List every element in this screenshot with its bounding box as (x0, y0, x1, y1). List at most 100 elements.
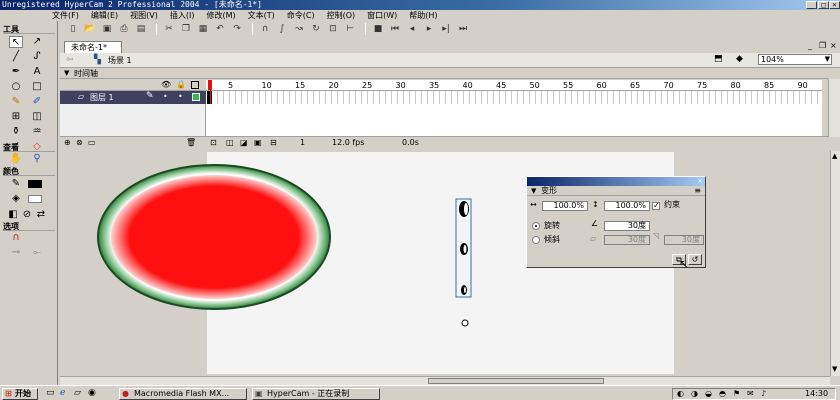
menu-control[interactable]: 控制(O) (323, 10, 364, 21)
skew-radio[interactable] (532, 236, 540, 244)
tray-icon-2[interactable]: ◑ (691, 389, 698, 398)
tray-icon-3[interactable]: ◒ (705, 389, 712, 398)
lock-icon[interactable]: 🔒 (176, 80, 186, 89)
collapse-arrow-icon[interactable]: ▼ (531, 186, 536, 196)
fill-color-swatch[interactable] (28, 195, 42, 203)
tray-icon-6[interactable]: ✉ (747, 389, 754, 398)
add-guide-icon[interactable]: ⊗ (76, 138, 83, 147)
tray-icon-4[interactable]: ◓ (719, 389, 726, 398)
zoom-select[interactable]: 104% ▼ (758, 54, 832, 65)
delete-layer-icon[interactable]: 🗑 (186, 138, 196, 147)
modify-markers-icon[interactable]: ⊟ (270, 138, 277, 147)
step-forward-icon[interactable]: ▸| (439, 23, 453, 35)
swap-colors-icon[interactable]: ⇄ (34, 209, 48, 221)
stage-horizontal-scrollbar[interactable] (60, 376, 830, 385)
snap-to-objects-icon[interactable]: ∩ (9, 232, 23, 244)
volume-icon[interactable]: ♪ (761, 389, 766, 398)
onion-outline-icon[interactable]: ◪ (240, 138, 248, 147)
arrow-tool-icon[interactable]: ↖ (9, 36, 23, 48)
brush-tool-icon[interactable]: ✐ (30, 96, 44, 108)
close-icon[interactable]: × (697, 177, 703, 186)
doc-close-icon[interactable]: × (830, 41, 837, 50)
maximize-button[interactable]: □ (818, 1, 829, 9)
quicklaunch-ie-icon[interactable]: ℯ (60, 388, 65, 398)
layer-row[interactable]: ▱ 图层 1 ✎ • • (60, 91, 206, 104)
paint-bucket-tool-icon[interactable]: ♒ (30, 126, 44, 138)
center-frame-icon[interactable]: ⊡ (210, 138, 217, 147)
step-back-icon[interactable]: ◂ (405, 23, 419, 35)
add-folder-icon[interactable]: ▭ (88, 138, 96, 147)
hand-tool-icon[interactable]: ✋ (9, 153, 23, 165)
outline-icon[interactable] (191, 81, 199, 89)
frame-grid[interactable] (206, 91, 822, 104)
layer-lock-dot[interactable]: • (178, 92, 183, 101)
rotate-radio[interactable] (532, 222, 540, 230)
pencil-tool-icon[interactable]: ✎ (9, 96, 23, 108)
menu-insert[interactable]: 插入(I) (166, 10, 203, 21)
menu-commands[interactable]: 命令(C) (283, 10, 323, 21)
watermelon-red-fill[interactable] (111, 175, 317, 299)
zoom-tool-icon[interactable]: ⚲ (30, 153, 44, 165)
free-transform-tool-icon[interactable]: ⊞ (9, 111, 23, 123)
transform-panel-titlebar[interactable]: × (527, 177, 705, 186)
onion-skin-icon[interactable]: ◫ (226, 138, 234, 147)
menu-view[interactable]: 视图(V) (126, 10, 166, 21)
scroll-up-icon[interactable]: ▲ (832, 152, 837, 160)
fill-color-icon[interactable]: ◈ (9, 193, 23, 205)
ink-bottle-tool-icon[interactable]: ⚱ (9, 126, 23, 138)
open-file-icon[interactable]: 📂 (83, 23, 97, 35)
align-icon[interactable]: ⊢ (343, 23, 357, 35)
constrain-checkbox[interactable]: ✓ (652, 202, 660, 210)
oval-tool-icon[interactable]: ○ (9, 81, 23, 93)
line-tool-icon[interactable]: ╱ (9, 51, 23, 63)
fill-transform-tool-icon[interactable]: ◫ (30, 111, 44, 123)
playhead[interactable] (208, 80, 212, 90)
scroll-down-icon[interactable]: ▼ (832, 365, 837, 373)
doc-minimize-icon[interactable]: _ (808, 41, 812, 50)
menu-help[interactable]: 帮助(H) (405, 10, 445, 21)
redo-icon[interactable]: ↷ (230, 23, 244, 35)
quicklaunch-folder-icon[interactable]: ▱ (74, 388, 81, 398)
menu-text[interactable]: 文本(T) (244, 10, 283, 21)
skew-horizontal-field[interactable]: 30度 (604, 235, 650, 245)
stage-vertical-scrollbar[interactable]: ▲ ▼ (830, 151, 840, 376)
close-button[interactable]: × (829, 1, 840, 9)
document-tab[interactable]: 未命名-1* (64, 41, 122, 53)
scroll-thumb[interactable] (428, 378, 604, 384)
eye-icon[interactable]: 👁 (161, 80, 171, 89)
transform-point[interactable] (461, 319, 469, 327)
rewind-icon[interactable]: ⏮ (388, 23, 402, 35)
menu-modify[interactable]: 修改(M) (202, 10, 243, 21)
snap-magnet-icon[interactable]: ∩ (258, 23, 272, 35)
back-arrow-icon[interactable]: ⇦ (66, 55, 74, 65)
skew-vertical-field[interactable]: 30度 (664, 235, 704, 245)
layer-visible-dot[interactable]: • (163, 92, 168, 101)
task-flash[interactable]: ● Macromedia Flash MX... (119, 388, 247, 400)
menu-window[interactable]: 窗口(W) (363, 10, 405, 21)
doc-restore-icon[interactable]: ❐ (819, 41, 826, 50)
save-icon[interactable]: ▣ (100, 23, 114, 35)
height-scale-field[interactable]: 100.0% (604, 201, 650, 211)
menu-edit[interactable]: 编辑(E) (87, 10, 126, 21)
rotate-icon[interactable]: ↻ (309, 23, 323, 35)
straighten-icon[interactable]: ↝ (292, 23, 306, 35)
text-tool-icon[interactable]: A (30, 66, 44, 78)
collapse-arrow-icon[interactable]: ▼ (64, 69, 69, 77)
menu-file[interactable]: 文件(F) (48, 10, 87, 21)
print-preview-icon[interactable]: ▤ (134, 23, 148, 35)
pen-tool-icon[interactable]: ✒ (9, 66, 23, 78)
tray-icon-5[interactable]: ⚑ (733, 389, 740, 398)
go-end-icon[interactable]: ⏭ (456, 23, 470, 35)
rectangle-tool-icon[interactable]: □ (30, 81, 44, 93)
copy-icon[interactable]: ❐ (179, 23, 193, 35)
quicklaunch-media-icon[interactable]: ◉ (88, 388, 96, 398)
default-colors-icon[interactable]: ◧ (6, 209, 20, 221)
smooth-option-icon[interactable]: ⊸ (9, 247, 23, 259)
rotate-field[interactable]: 30度 (604, 221, 650, 231)
stroke-color-swatch[interactable] (28, 180, 42, 188)
minimize-button[interactable]: _ (806, 1, 817, 9)
quicklaunch-desktop-icon[interactable]: ▭ (46, 388, 55, 398)
tray-icon-1[interactable]: ◐ (677, 389, 684, 398)
start-button[interactable]: ⊞ 开始 (2, 388, 38, 400)
task-hypercam[interactable]: ▣ HyperCam - 正在录制 (252, 388, 380, 400)
